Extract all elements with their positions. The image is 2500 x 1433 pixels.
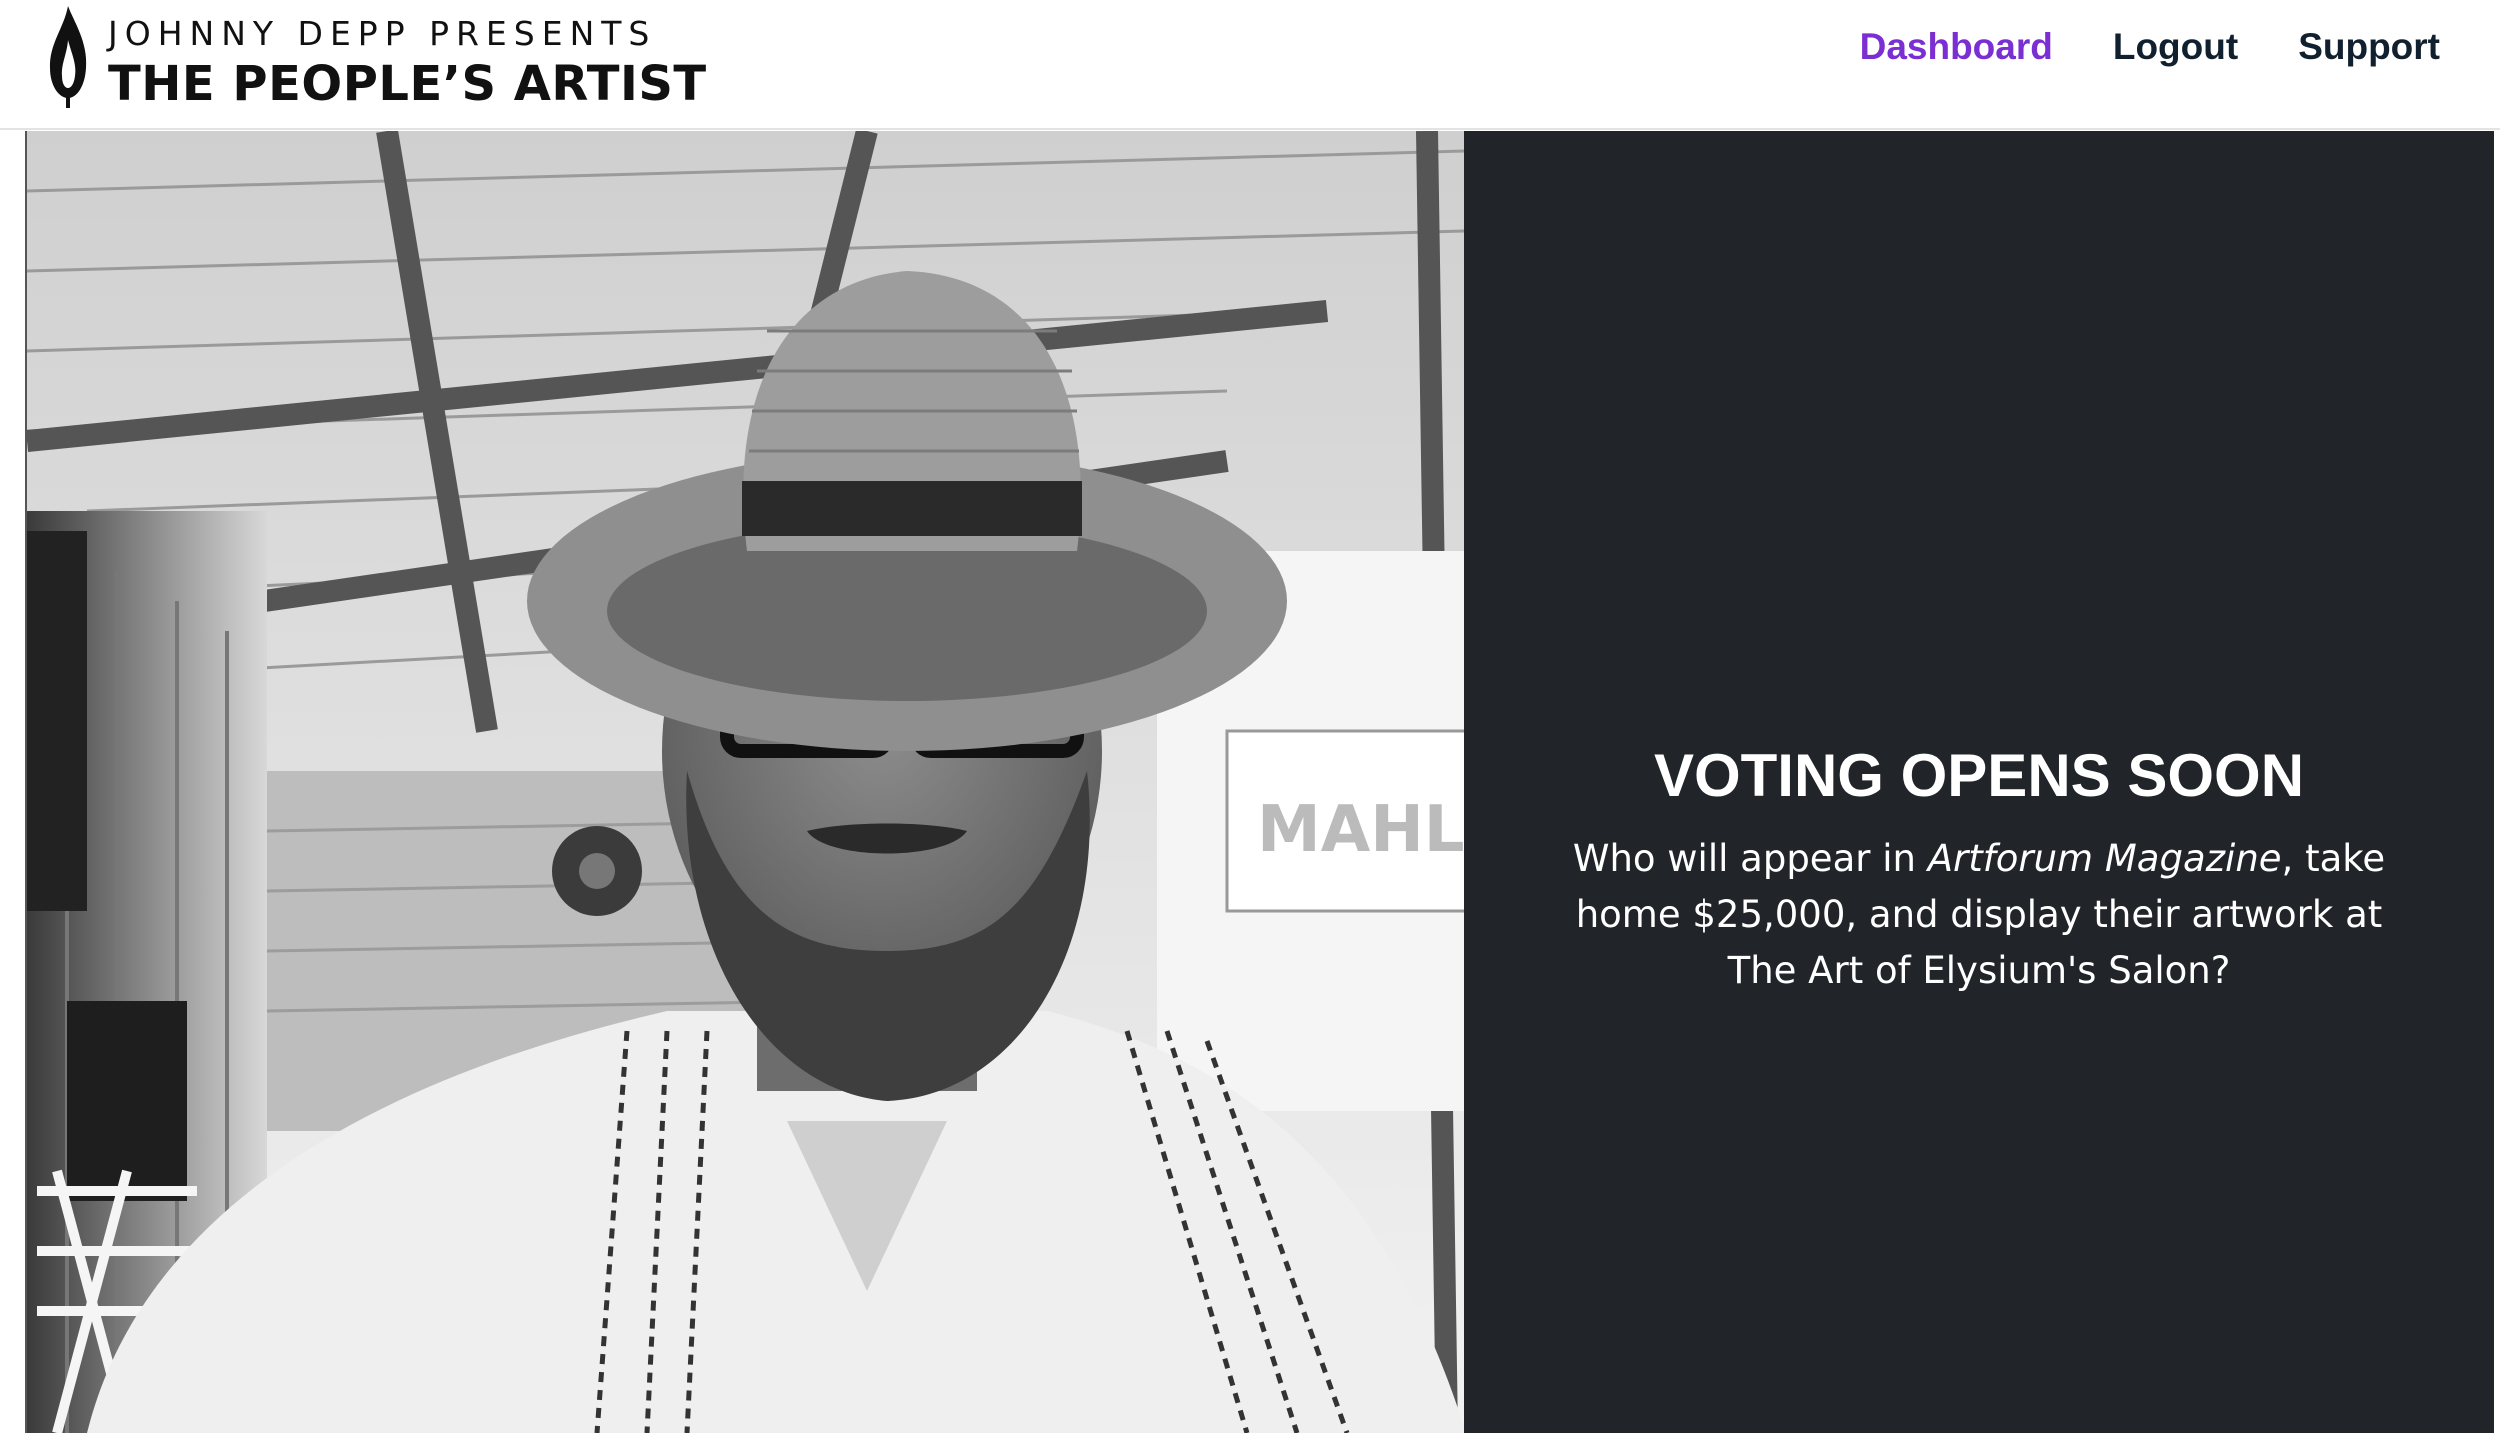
nav-logout-link[interactable]: Logout [2113, 26, 2238, 68]
panel-description-magazine: Artforum Magazine [1927, 837, 2282, 880]
hero-section: MAHLE [0, 131, 2500, 1433]
panel-description: Who will appear in Artforum Magazine, ta… [1559, 831, 2399, 999]
svg-text:MAHLE: MAHLE [1257, 793, 1464, 867]
panel-description-prefix: Who will appear in [1572, 837, 1928, 880]
logo-title: THE PEOPLE’S ARTIST [108, 56, 707, 112]
site-header: JOHNNY DEPP PRESENTS THE PEOPLE’S ARTIST… [0, 0, 2500, 130]
artist-photo: MAHLE [25, 131, 1464, 1433]
flame-icon [49, 6, 87, 108]
logo-tagline: JOHNNY DEPP PRESENTS [108, 14, 657, 53]
panel-heading: VOTING OPENS SOON [1653, 742, 2305, 809]
site-logo[interactable]: JOHNNY DEPP PRESENTS THE PEOPLE’S ARTIST [46, 6, 706, 118]
nav-support-link[interactable]: Support [2298, 26, 2440, 68]
artist-portrait-image: MAHLE [27, 131, 1464, 1433]
main-nav: Dashboard Logout Support [1860, 26, 2440, 68]
nav-dashboard-link[interactable]: Dashboard [1860, 26, 2053, 68]
voting-panel: VOTING OPENS SOON Who will appear in Art… [1464, 131, 2494, 1433]
